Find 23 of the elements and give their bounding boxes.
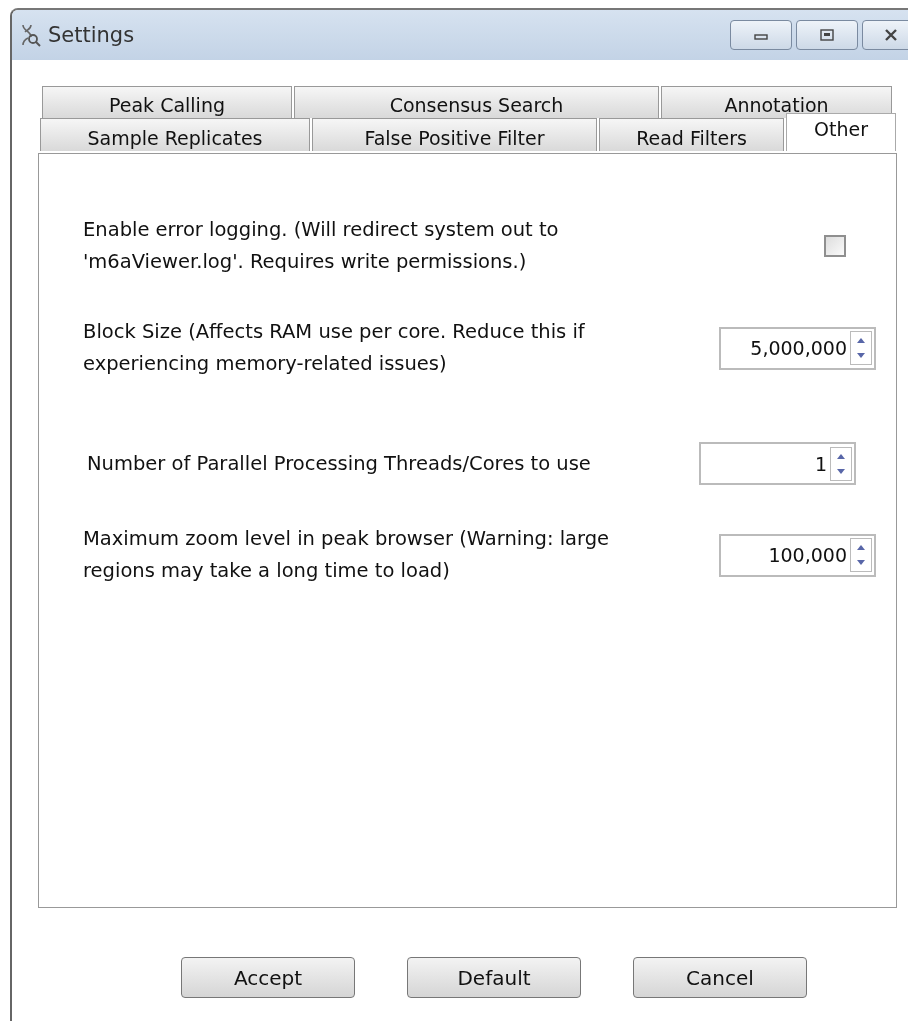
tab[interactable]: Annotation	[661, 86, 892, 118]
maximize-icon	[817, 28, 837, 42]
number-spinner[interactable]: 100,000	[719, 533, 876, 577]
checkbox[interactable]	[824, 235, 846, 257]
minimize-button[interactable]	[730, 20, 792, 50]
tab[interactable]: Peak Calling	[42, 86, 292, 118]
tab[interactable]: Read Filters	[599, 118, 784, 151]
tab[interactable]: Sample Replicates	[40, 118, 310, 151]
dialog-button[interactable]: Default	[407, 957, 581, 998]
window-title: Settings	[48, 23, 135, 47]
tab[interactable]: False Positive Filter	[312, 118, 597, 151]
dialog-button[interactable]: Accept	[181, 957, 355, 998]
option-label: Maximum zoom level in peak browser (Warning: large regions may take a long time to load)	[83, 526, 611, 584]
option-label: Enable error logging. (Will redirect system out to 'm6aViewer.log'. Requires write permissions.)	[83, 217, 560, 275]
number-spinner[interactable]: 1	[699, 442, 856, 485]
tab[interactable]: Consensus Search	[294, 86, 659, 118]
close-button[interactable]	[862, 20, 908, 50]
option-label: Block Size (Affects RAM use per core. Reduce this if experiencing memory-related issues)	[83, 319, 586, 377]
dialog-button[interactable]: Cancel	[633, 957, 807, 998]
tab[interactable]: Other	[786, 113, 896, 151]
maximize-button[interactable]	[796, 20, 858, 50]
number-spinner[interactable]: 5,000,000	[719, 326, 876, 370]
option-label: Number of Parallel Processing Threads/Cores to use	[87, 450, 592, 477]
